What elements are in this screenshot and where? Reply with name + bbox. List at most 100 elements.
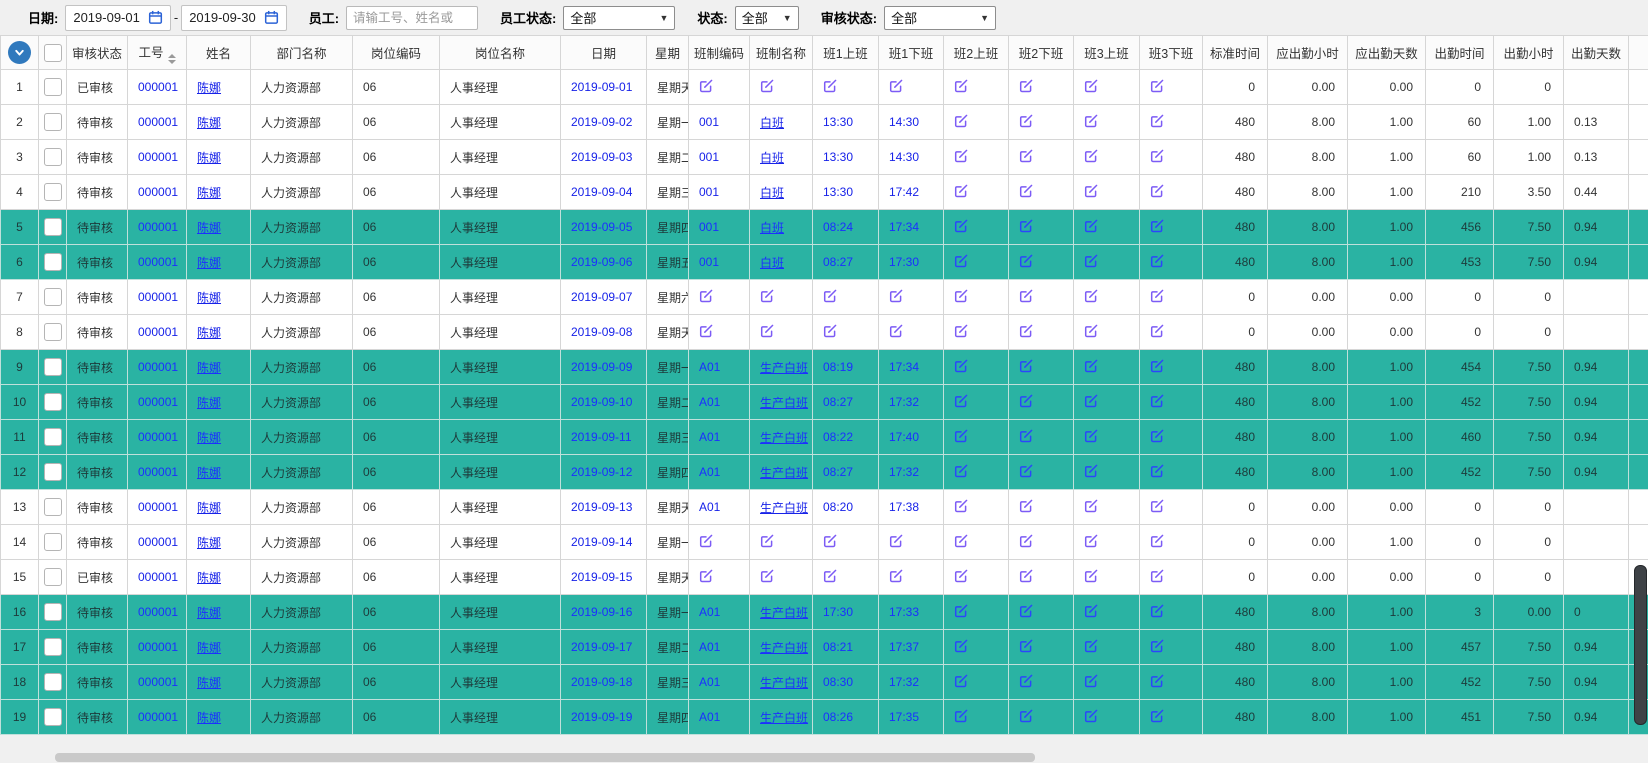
shift-name-value[interactable]: 白班 [760, 186, 784, 200]
emp-id-value[interactable]: 000001 [138, 360, 178, 374]
s1-in-value[interactable]: 08:20 [823, 500, 853, 514]
edit-icon[interactable] [1150, 569, 1164, 583]
s1-out-value[interactable]: 17:30 [889, 255, 919, 269]
name-value[interactable]: 陈娜 [197, 361, 221, 375]
edit-icon[interactable] [954, 639, 968, 653]
shift-name-value[interactable]: 白班 [760, 221, 784, 235]
audit-status-select[interactable]: 全部 ▼ [884, 6, 996, 30]
edit-icon[interactable] [1084, 464, 1098, 478]
s1-in-value[interactable]: 08:19 [823, 360, 853, 374]
edit-icon[interactable] [1150, 464, 1164, 478]
edit-icon[interactable] [1084, 639, 1098, 653]
edit-icon[interactable] [1150, 709, 1164, 723]
s1-out-value[interactable]: 17:38 [889, 500, 919, 514]
emp-id-value[interactable]: 000001 [138, 500, 178, 514]
date-value[interactable]: 2019-09-18 [571, 675, 632, 689]
edit-icon[interactable] [954, 359, 968, 373]
edit-icon[interactable] [699, 289, 713, 303]
name-value[interactable]: 陈娜 [197, 221, 221, 235]
shift-code-value[interactable]: 001 [699, 115, 719, 129]
s1-out-value[interactable]: 17:33 [889, 605, 919, 619]
name-value[interactable]: 陈娜 [197, 396, 221, 410]
sort-icon[interactable] [168, 54, 176, 64]
row-checkbox[interactable] [44, 148, 62, 166]
edit-icon[interactable] [1150, 114, 1164, 128]
edit-icon[interactable] [1150, 184, 1164, 198]
edit-icon[interactable] [1019, 464, 1033, 478]
edit-icon[interactable] [1150, 534, 1164, 548]
date-value[interactable]: 2019-09-11 [571, 430, 632, 444]
calendar-icon[interactable] [148, 10, 163, 25]
row-checkbox[interactable] [44, 218, 62, 236]
s1-out-value[interactable]: 17:42 [889, 185, 919, 199]
edit-icon[interactable] [1084, 149, 1098, 163]
edit-icon[interactable] [1019, 149, 1033, 163]
row-checkbox[interactable] [44, 78, 62, 96]
edit-icon[interactable] [1150, 149, 1164, 163]
edit-icon[interactable] [823, 289, 837, 303]
shift-code-value[interactable]: 001 [699, 255, 719, 269]
edit-icon[interactable] [1019, 534, 1033, 548]
select-all-checkbox[interactable] [44, 44, 62, 62]
name-value[interactable]: 陈娜 [197, 291, 221, 305]
name-value[interactable]: 陈娜 [197, 256, 221, 270]
edit-icon[interactable] [699, 324, 713, 338]
s1-in-value[interactable]: 13:30 [823, 150, 853, 164]
s1-in-value[interactable]: 08:26 [823, 710, 853, 724]
s1-in-value[interactable]: 08:22 [823, 430, 853, 444]
edit-icon[interactable] [1019, 499, 1033, 513]
edit-icon[interactable] [1019, 254, 1033, 268]
s1-out-value[interactable]: 17:32 [889, 465, 919, 479]
shift-name-value[interactable]: 生产白班 [760, 466, 808, 480]
date-value[interactable]: 2019-09-08 [571, 325, 632, 339]
edit-icon[interactable] [760, 534, 774, 548]
row-checkbox[interactable] [44, 533, 62, 551]
date-to-input[interactable]: 2019-09-30 [181, 5, 287, 31]
edit-icon[interactable] [760, 79, 774, 93]
date-value[interactable]: 2019-09-06 [571, 255, 632, 269]
s1-in-value[interactable]: 13:30 [823, 115, 853, 129]
emp-id-value[interactable]: 000001 [138, 115, 178, 129]
col-emp-id[interactable]: 工号 [128, 36, 187, 70]
edit-icon[interactable] [889, 569, 903, 583]
shift-name-value[interactable]: 白班 [760, 151, 784, 165]
row-checkbox[interactable] [44, 708, 62, 726]
shift-code-value[interactable]: 001 [699, 220, 719, 234]
row-checkbox[interactable] [44, 463, 62, 481]
edit-icon[interactable] [1150, 429, 1164, 443]
edit-icon[interactable] [954, 254, 968, 268]
emp-id-value[interactable]: 000001 [138, 255, 178, 269]
edit-icon[interactable] [823, 534, 837, 548]
row-checkbox[interactable] [44, 673, 62, 691]
horizontal-scrollbar-track[interactable] [0, 752, 1648, 763]
edit-icon[interactable] [699, 534, 713, 548]
s1-out-value[interactable]: 14:30 [889, 150, 919, 164]
edit-icon[interactable] [1019, 429, 1033, 443]
s1-out-value[interactable]: 17:37 [889, 640, 919, 654]
edit-icon[interactable] [1084, 359, 1098, 373]
vertical-scrollbar-thumb[interactable] [1634, 565, 1647, 725]
edit-icon[interactable] [1084, 289, 1098, 303]
s1-out-value[interactable]: 17:32 [889, 395, 919, 409]
emp-id-value[interactable]: 000001 [138, 430, 178, 444]
edit-icon[interactable] [760, 324, 774, 338]
edit-icon[interactable] [889, 324, 903, 338]
emp-id-value[interactable]: 000001 [138, 570, 178, 584]
edit-icon[interactable] [760, 289, 774, 303]
shift-code-value[interactable]: A01 [699, 430, 720, 444]
edit-icon[interactable] [1150, 674, 1164, 688]
emp-id-value[interactable]: 000001 [138, 290, 178, 304]
name-value[interactable]: 陈娜 [197, 501, 221, 515]
employee-search-input[interactable] [346, 6, 478, 30]
row-checkbox[interactable] [44, 428, 62, 446]
edit-icon[interactable] [954, 534, 968, 548]
edit-icon[interactable] [1084, 674, 1098, 688]
edit-icon[interactable] [1019, 114, 1033, 128]
emp-id-value[interactable]: 000001 [138, 535, 178, 549]
shift-code-value[interactable]: A01 [699, 395, 720, 409]
s1-out-value[interactable]: 17:32 [889, 675, 919, 689]
shift-code-value[interactable]: A01 [699, 360, 720, 374]
edit-icon[interactable] [1019, 79, 1033, 93]
edit-icon[interactable] [1150, 639, 1164, 653]
emp-id-value[interactable]: 000001 [138, 150, 178, 164]
